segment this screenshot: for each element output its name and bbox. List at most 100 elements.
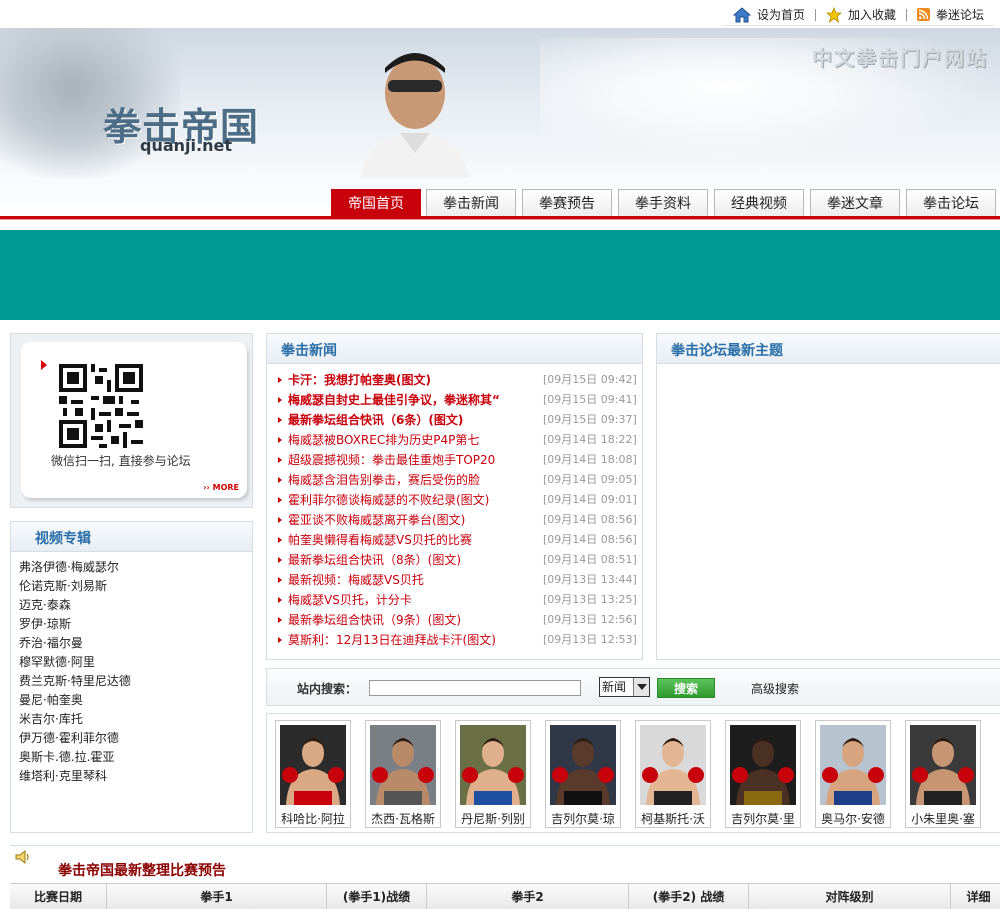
news-item[interactable]: 超级震撼视频：拳击最佳重炮手TOP20 [09月14日 18:08] [275,450,642,470]
news-item[interactable]: 最新拳坛组合快讯（8条）(图文) [09月14日 08:51] [275,550,642,570]
bullet-arrow-icon [278,397,282,403]
news-title[interactable]: 梅威瑟VS贝托，计分卡 [288,590,543,610]
news-title[interactable]: 最新拳坛组合快讯（8条）(图文) [288,550,543,570]
news-title[interactable]: 梅威瑟自封史上最佳引争议，拳迷称其“ [288,390,543,410]
tab-videos[interactable]: 经典视频 [714,189,804,217]
bullet-arrow-icon [278,597,282,603]
news-item[interactable]: 莫斯利：12月13日在迪拜战卡汗(图文) [09月13日 12:53] [275,630,642,650]
news-title[interactable]: 梅威瑟被BOXREC排为历史P4P第七 [288,430,543,450]
bullet-arrow-icon [278,617,282,623]
qr-card: 微信扫一扫, 直接参与论坛 ›› MORE [21,342,247,498]
tab-news[interactable]: 拳击新闻 [426,189,516,217]
news-item[interactable]: 梅威瑟被BOXREC排为历史P4P第七 [09月14日 18:22] [275,430,642,450]
site-domain: quanji.net [140,136,232,155]
news-item[interactable]: 最新视频：梅威瑟VS贝托 [09月13日 13:44] [275,570,642,590]
boxer-photo [820,725,886,805]
speaker-icon [15,849,29,865]
qr-caption: 微信扫一扫, 直接参与论坛 [51,454,191,468]
tab-forum[interactable]: 拳击论坛 [906,189,996,217]
banner-ad-area [0,230,1000,320]
boxer-card[interactable]: 吉列尔莫·琼 [545,720,621,828]
video-item[interactable]: 罗伊·琼斯 [19,615,252,634]
news-item[interactable]: 梅威瑟含泪告别拳击，赛后受伤的脸 [09月14日 09:05] [275,470,642,490]
boxer-card[interactable]: 杰西·瓦格斯 [365,720,441,828]
boxer-photo [370,725,436,805]
boxer-card[interactable]: 柯基斯托·沃 [635,720,711,828]
video-item[interactable]: 乔治·福尔曼 [19,634,252,653]
video-item[interactable]: 迈克·泰森 [19,596,252,615]
qr-more-link[interactable]: ›› MORE [203,483,239,492]
search-category-select[interactable]: 新闻 [599,677,650,697]
news-item[interactable]: 帕奎奥懒得看梅威瑟VS贝托的比赛 [09月14日 08:56] [275,530,642,550]
news-item[interactable]: 梅威瑟VS贝托，计分卡 [09月13日 13:25] [275,590,642,610]
boxer-card[interactable]: 奥马尔·安德 [815,720,891,828]
news-title[interactable]: 霍利菲尔德谈梅威瑟的不败纪录(图文) [288,490,543,510]
boxer-card[interactable]: 丹尼斯·列别 [455,720,531,828]
news-title[interactable]: 卡汗：我想打帕奎奥(图文) [288,370,543,390]
news-title[interactable]: 最新拳坛组合快讯（9条）(图文) [288,610,543,630]
video-panel: 视频专辑 弗洛伊德·梅威瑟尔 伦诺克斯·刘易斯 迈克·泰森 罗伊·琼斯 乔治·福… [10,521,253,833]
news-date: [09月14日 18:08] [543,453,637,466]
advanced-search-link[interactable]: 高级搜索 [751,680,799,697]
tab-home[interactable]: 帝国首页 [331,189,421,217]
news-title[interactable]: 超级震撼视频：拳击最佳重炮手TOP20 [288,450,543,470]
video-item[interactable]: 米吉尔·库托 [19,710,252,729]
boxer-name: 杰西·瓦格斯 [371,812,435,826]
news-item[interactable]: 最新拳坛组合快讯（9条）(图文) [09月13日 12:56] [275,610,642,630]
column-header: (拳手2) 战绩 [629,884,749,909]
bullet-arrow-icon [278,377,282,383]
news-item[interactable]: 霍利菲尔德谈梅威瑟的不败纪录(图文) [09月14日 09:01] [275,490,642,510]
news-title[interactable]: 最新视频：梅威瑟VS贝托 [288,570,543,590]
nav-rule-light [0,219,1000,220]
news-title[interactable]: 帕奎奥懒得看梅威瑟VS贝托的比赛 [288,530,543,550]
video-item[interactable]: 伦诺克斯·刘易斯 [19,577,252,596]
boxer-name: 吉列尔莫·琼 [551,812,615,826]
news-title[interactable]: 最新拳坛组合快讯（6条）(图文) [288,410,543,430]
boxer-photo [730,725,796,805]
video-item[interactable]: 弗洛伊德·梅威瑟尔 [19,558,252,577]
forum-panel: 拳击论坛最新主题 [656,333,1000,660]
forum-link[interactable]: 拳迷论坛 [907,6,994,23]
search-button[interactable]: 搜索 [657,678,715,698]
site-slogan: 中文拳击门户网站 [812,46,988,70]
video-list: 弗洛伊德·梅威瑟尔 伦诺克斯·刘易斯 迈克·泰森 罗伊·琼斯 乔治·福尔曼 穆罕… [11,552,252,786]
column-header: (拳手1)战绩 [327,884,427,909]
main-nav: 帝国首页 拳击新闻 拳赛预告 拳手资料 经典视频 拳迷文章 拳击论坛 [0,188,1000,222]
video-item[interactable]: 奥斯卡.德.拉.霍亚 [19,748,252,767]
tab-preview[interactable]: 拳赛预告 [522,189,612,217]
bullet-arrow-icon [278,517,282,523]
boxer-card[interactable]: 吉列尔莫·里 [725,720,801,828]
news-title[interactable]: 莫斯利：12月13日在迪拜战卡汗(图文) [288,630,543,650]
tab-articles[interactable]: 拳迷文章 [810,189,900,217]
news-item[interactable]: 最新拳坛组合快讯（6条）(图文) [09月15日 09:37] [275,410,642,430]
bullet-arrow-icon [278,417,282,423]
boxer-card[interactable]: 小朱里奥·塞 [905,720,981,828]
set-homepage-link[interactable]: 设为首页 [723,6,815,23]
column-header: 详细 [966,890,991,904]
bullet-arrow-icon [278,537,282,543]
add-favorite-link[interactable]: 加入收藏 [816,6,906,23]
site-search-bar: 站内搜索： 新闻 搜索 高级搜索 [266,668,1000,706]
boxer-card[interactable]: 科哈比·阿拉 [275,720,351,828]
video-item[interactable]: 伊万德·霍利菲尔德 [19,729,252,748]
tab-boxers[interactable]: 拳手资料 [618,189,708,217]
news-date: [09月14日 18:22] [543,433,637,446]
boxer-photo [460,725,526,805]
news-title[interactable]: 梅威瑟含泪告别拳击，赛后受伤的脸 [288,470,543,490]
news-item[interactable]: 卡汗：我想打帕奎奥(图文) [09月15日 09:42] [275,370,642,390]
video-item[interactable]: 穆罕默德·阿里 [19,653,252,672]
news-date: [09月14日 08:51] [543,553,637,566]
news-item[interactable]: 霍亚谈不败梅威瑟离开拳台(图文) [09月14日 08:56] [275,510,642,530]
chevron-down-icon [633,678,649,696]
video-item[interactable]: 费兰克斯·特里尼达德 [19,672,252,691]
qr-box: 微信扫一扫, 直接参与论坛 ›› MORE [10,333,253,508]
news-title[interactable]: 霍亚谈不败梅威瑟离开拳台(图文) [288,510,543,530]
bullet-arrow-icon [278,437,282,443]
news-item[interactable]: 梅威瑟自封史上最佳引争议，拳迷称其“ [09月15日 09:41] [275,390,642,410]
search-input[interactable] [369,680,581,696]
video-item[interactable]: 曼尼·帕奎奥 [19,691,252,710]
top-bar: 设为首页 加入收藏 拳迷论坛 [0,0,1000,28]
video-item[interactable]: 维塔利·克里琴科 [19,767,252,786]
forum-panel-title: 拳击论坛最新主题 [671,343,783,359]
boxer-photo [910,725,976,805]
